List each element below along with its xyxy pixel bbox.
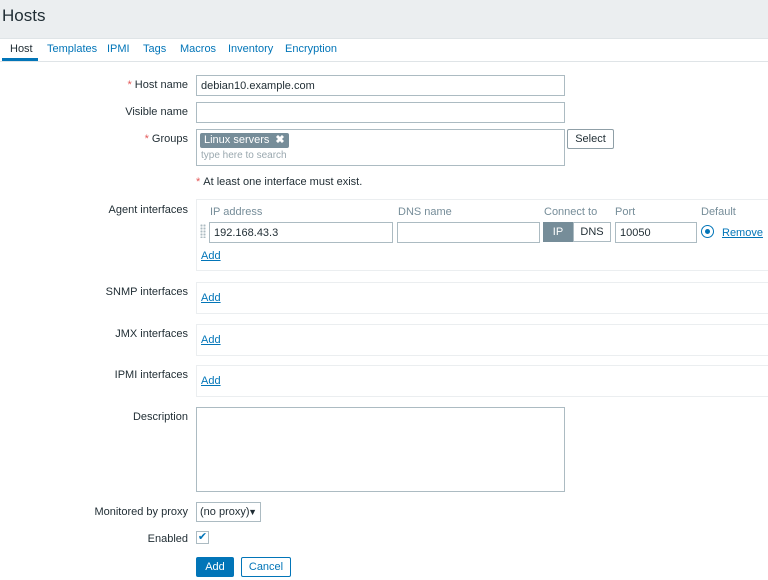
agent-dns-input[interactable] (397, 222, 540, 243)
tab-macros[interactable]: Macros (180, 43, 216, 55)
cancel-button[interactable]: Cancel (241, 557, 291, 577)
connect-dns-toggle[interactable]: DNS (573, 222, 611, 242)
proxy-select-value: (no proxy) (200, 506, 250, 518)
jmx-interfaces-box (196, 324, 768, 356)
host-name-label-text: Host name (134, 79, 188, 91)
col-default: Default (701, 206, 736, 218)
tab-bar: Host Templates IPMI Tags Macros Inventor… (0, 39, 768, 62)
col-port: Port (615, 206, 636, 218)
add-snmp-interface-link[interactable]: Add (201, 292, 221, 304)
host-name-input[interactable] (196, 75, 565, 96)
page-title: Hosts (2, 6, 46, 25)
group-chip: Linux servers ✖ (200, 133, 289, 148)
col-dns-name: DNS name (398, 206, 452, 218)
visible-name-input[interactable] (196, 102, 565, 123)
ipmi-interfaces-box (196, 365, 768, 397)
interface-required-hint: * At least one interface must exist. (196, 176, 362, 188)
remove-interface-link[interactable]: Remove (722, 227, 763, 239)
checkmark-icon: ✔ (197, 531, 208, 543)
groups-label-text: Groups (151, 133, 188, 145)
ipmi-interfaces-label: IPMI interfaces (114, 369, 188, 381)
remove-chip-icon[interactable]: ✖ (275, 134, 284, 146)
proxy-select[interactable]: (no proxy) ▼ (196, 502, 261, 522)
jmx-interfaces-label: JMX interfaces (115, 328, 188, 340)
interface-hint-text: At least one interface must exist. (203, 176, 363, 188)
host-name-label: * Host name (128, 79, 188, 91)
agent-ip-input[interactable] (209, 222, 393, 243)
agent-port-input[interactable] (615, 222, 697, 243)
groups-search-placeholder[interactable]: type here to search (201, 150, 287, 161)
tab-host[interactable]: Host (10, 43, 33, 55)
required-marker: * (144, 133, 149, 145)
active-tab-indicator (2, 58, 38, 61)
add-agent-interface-link[interactable]: Add (201, 250, 221, 262)
groups-label: * Groups (145, 133, 188, 145)
groups-multiselect[interactable]: Linux servers ✖ type here to search (196, 129, 565, 166)
tab-ipmi[interactable]: IPMI (107, 43, 130, 55)
snmp-interfaces-box (196, 282, 768, 314)
description-label: Description (132, 411, 188, 423)
required-marker: * (196, 176, 201, 188)
groups-select-button[interactable]: Select (567, 129, 614, 149)
agent-interfaces-label: Agent interfaces (108, 204, 189, 216)
tab-tags[interactable]: Tags (143, 43, 166, 55)
default-interface-radio[interactable] (701, 225, 714, 238)
required-marker: * (127, 79, 132, 91)
chevron-down-icon: ▼ (248, 507, 257, 517)
visible-name-label: Visible name (125, 106, 188, 118)
tab-inventory[interactable]: Inventory (228, 43, 273, 55)
drag-handle-icon[interactable] (200, 224, 206, 238)
group-chip-label: Linux servers (204, 134, 270, 146)
add-jmx-interface-link[interactable]: Add (201, 334, 221, 346)
connect-ip-toggle[interactable]: IP (543, 222, 573, 242)
page-header: Hosts (0, 0, 768, 39)
tab-templates[interactable]: Templates (47, 43, 97, 55)
add-ipmi-interface-link[interactable]: Add (201, 375, 221, 387)
enabled-checkbox[interactable]: ✔ (196, 531, 209, 544)
tab-encryption[interactable]: Encryption (285, 43, 337, 55)
col-connect-to: Connect to (544, 206, 598, 218)
snmp-interfaces-label: SNMP interfaces (105, 286, 188, 298)
proxy-label: Monitored by proxy (94, 506, 188, 518)
add-button[interactable]: Add (196, 557, 234, 577)
enabled-label: Enabled (147, 533, 188, 545)
description-textarea[interactable] (196, 407, 565, 492)
col-ip-address: IP address (210, 206, 263, 218)
